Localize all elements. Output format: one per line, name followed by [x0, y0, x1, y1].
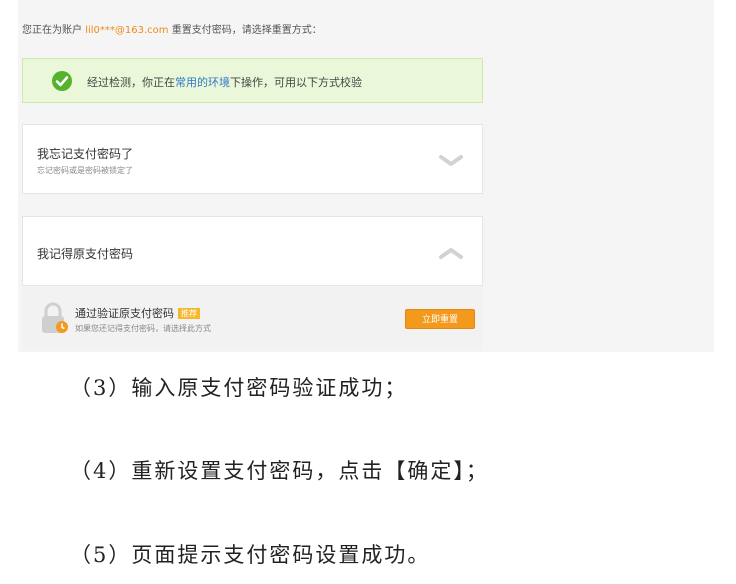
forgot-password-subtitle: 忘记密码或是密码被锁定了	[37, 166, 133, 175]
check-circle-icon	[52, 71, 72, 91]
chevron-down-icon[interactable]	[438, 153, 464, 167]
forgot-password-option[interactable]: 我忘记支付密码了 忘记密码或是密码被锁定了	[22, 124, 483, 194]
forgot-password-title: 我忘记支付密码了	[37, 147, 134, 161]
remember-password-option[interactable]: 我记得原支付密码	[22, 216, 483, 286]
step-3-text: （3）输入原支付密码验证成功；	[70, 376, 408, 400]
recommend-badge: 推荐	[178, 308, 200, 319]
lock-icon	[40, 301, 70, 335]
remember-password-title: 我记得原支付密码	[37, 247, 134, 261]
reset-now-button[interactable]: 立即重置	[405, 309, 475, 329]
step-4-text: （4）重新设置支付密码，点击【确定】；	[70, 459, 489, 483]
chevron-up-icon[interactable]	[438, 245, 464, 259]
step-5-text: （5）页面提示支付密码设置成功。	[70, 543, 431, 567]
account-prefix: 您正在为账户	[22, 25, 86, 36]
verify-option-title: 通过验证原支付密码 推荐	[75, 305, 200, 321]
verify-original-password-option: 通过验证原支付密码 推荐 如果您还记得支付密码，请选择此方式 立即重置	[22, 287, 483, 351]
environment-notice: 经过检测，你正在常用的环境下操作，可用以下方式校验	[22, 58, 483, 103]
verify-option-subtitle: 如果您还记得支付密码，请选择此方式	[75, 324, 211, 333]
common-environment-link[interactable]: 常用的环境	[175, 76, 230, 89]
notice-text: 经过检测，你正在常用的环境下操作，可用以下方式校验	[87, 74, 362, 90]
screenshot-panel: 您正在为账户 lil0***@163.com 重置支付密码，请选择重置方式： 经…	[18, 0, 714, 352]
account-suffix: 重置支付密码，请选择重置方式：	[168, 25, 322, 36]
account-line: 您正在为账户 lil0***@163.com 重置支付密码，请选择重置方式：	[22, 21, 322, 36]
verify-title-text: 通过验证原支付密码	[75, 307, 174, 320]
notice-after: 下操作，可用以下方式校验	[230, 76, 362, 89]
account-name: lil0***@163.com	[85, 25, 169, 36]
notice-before: 经过检测，你正在	[87, 76, 175, 89]
